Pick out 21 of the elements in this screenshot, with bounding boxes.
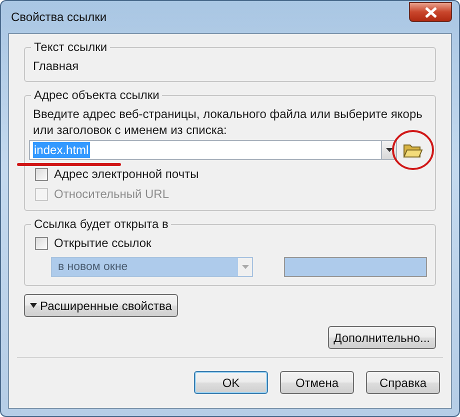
advanced-properties-button[interactable]: Расширенные свойства — [24, 294, 178, 317]
checkbox-label: Адрес электронной почты — [54, 167, 199, 181]
link-text-value: Главная — [33, 58, 80, 75]
dialog-button[interactable]: OK — [194, 371, 268, 394]
instruction-text: Введите адрес веб-страницы, локального файла или выберите якорь или заголовок с именем из списка: — [33, 106, 424, 138]
group-legend: Текст ссылки — [31, 40, 110, 54]
dialog-button[interactable]: Справка — [366, 371, 440, 394]
checkbox-label: Открытие ссылок — [54, 236, 152, 250]
group-legend: Ссылка будет открыта в — [31, 217, 172, 231]
advanced-button[interactable]: Дополнительно... — [328, 326, 436, 349]
dropdown-arrow-icon — [242, 265, 248, 269]
close-button[interactable] — [409, 2, 452, 22]
folder-icon[interactable] — [403, 142, 423, 158]
group-legend: Адрес объекта ссылки — [31, 88, 162, 102]
close-icon — [424, 6, 436, 18]
checkbox-label: Относительный URL — [54, 187, 170, 201]
checkbox[interactable] — [35, 236, 48, 250]
dialog-button[interactable]: Отмена — [280, 371, 354, 394]
window-title: Свойства ссылки — [10, 10, 107, 24]
checkbox[interactable] — [35, 168, 48, 180]
expand-arrow-icon — [30, 303, 37, 308]
